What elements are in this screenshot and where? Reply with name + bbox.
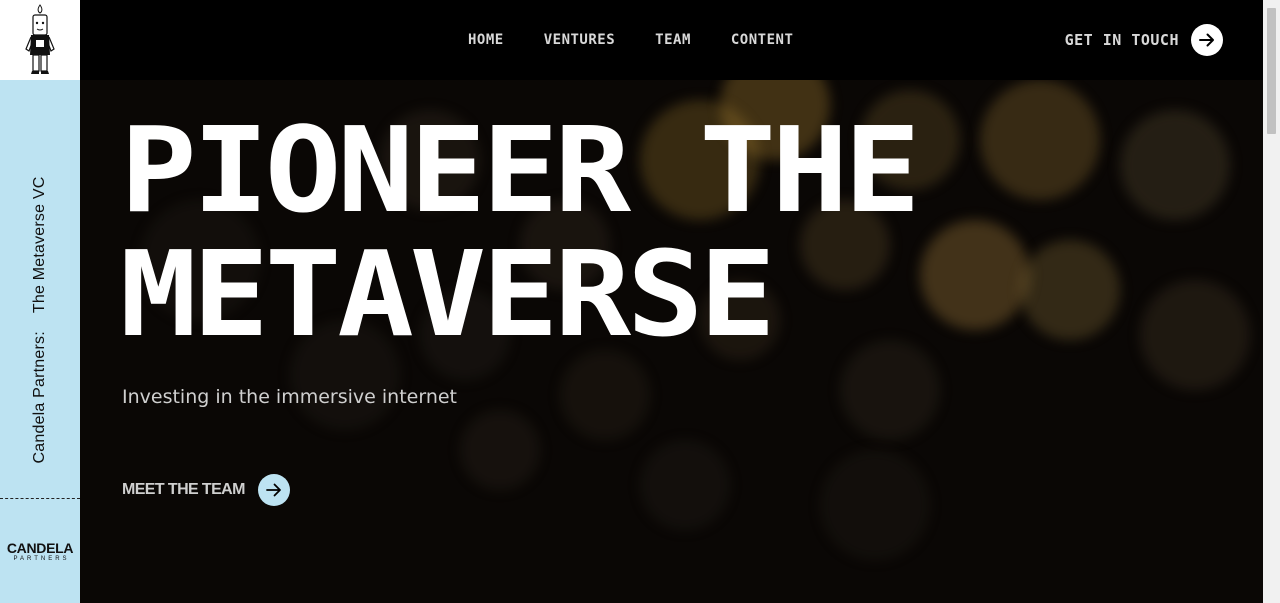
nav-home[interactable]: HOME xyxy=(468,32,504,48)
top-navigation: HOME VENTURES TEAM CONTENT GET IN TOUCH xyxy=(80,0,1263,80)
vertical-scrollbar[interactable] xyxy=(1263,0,1280,603)
brand-main: CANDELA xyxy=(6,540,74,556)
hero-title: PIONEER THE METAVERSE xyxy=(120,108,921,356)
get-in-touch-label: GET IN TOUCH xyxy=(1064,31,1179,49)
brand-sub: PARTNERS xyxy=(13,556,70,562)
sidebar: Candela Partners: The Metaverse VC CANDEL… xyxy=(0,0,80,603)
brand-wordmark[interactable]: CANDELA PARTNERS xyxy=(0,541,80,562)
sidebar-tagline: Candela Partners: The Metaverse VC xyxy=(31,177,49,464)
meet-the-team-label: MEET THE TEAM xyxy=(122,481,245,498)
meet-the-team-button[interactable]: MEET THE TEAM xyxy=(122,474,290,506)
hero-title-line-1: PIONEER THE xyxy=(120,101,921,239)
hero-subtitle: Investing in the immersive internet xyxy=(122,386,457,408)
hero-title-line-2: METAVERSE xyxy=(120,225,776,363)
page: Candela Partners: The Metaverse VC CANDEL… xyxy=(0,0,1280,603)
nav-team[interactable]: TEAM xyxy=(655,32,691,48)
candle-mascot-icon xyxy=(25,4,55,74)
scrollbar-thumb[interactable] xyxy=(1267,8,1276,134)
sidebar-divider xyxy=(0,498,80,499)
arrow-right-icon xyxy=(1191,24,1223,56)
nav-ventures[interactable]: VENTURES xyxy=(544,32,615,48)
main-nav: HOME VENTURES TEAM CONTENT xyxy=(468,32,793,48)
tagline-company: Candela Partners: xyxy=(31,331,48,464)
hero-section: PIONEER THE METAVERSE Investing in the i… xyxy=(80,80,1263,603)
nav-content[interactable]: CONTENT xyxy=(731,32,794,48)
get-in-touch-button[interactable]: GET IN TOUCH xyxy=(1065,24,1223,56)
arrow-right-icon xyxy=(257,474,290,506)
tagline-descriptor: The Metaverse VC xyxy=(31,176,48,314)
logo-link[interactable] xyxy=(0,0,80,80)
